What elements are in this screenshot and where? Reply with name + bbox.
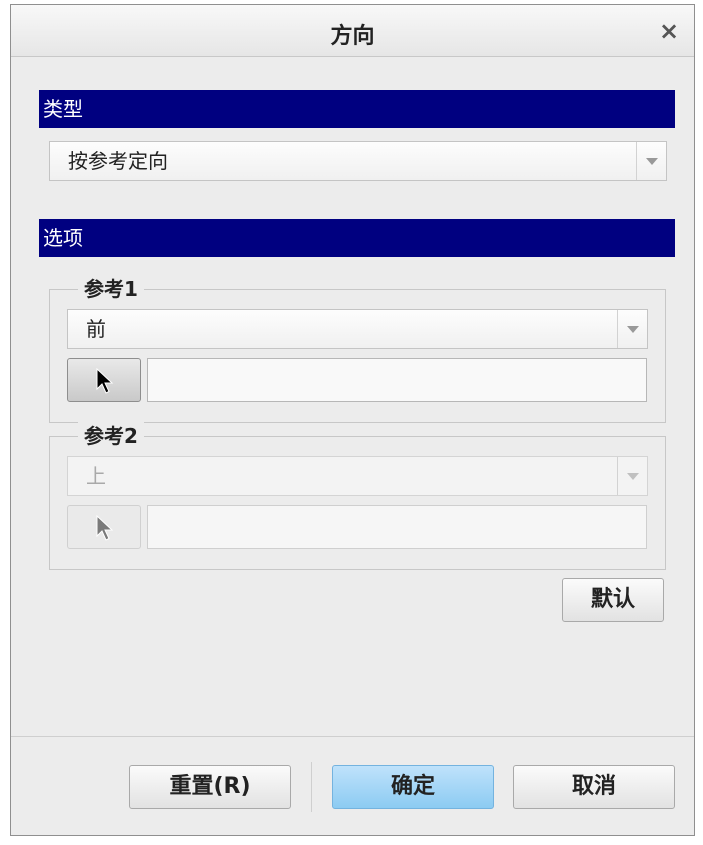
title-bar[interactable]: 方向 × <box>11 5 694 57</box>
chevron-down-icon[interactable] <box>617 457 647 495</box>
close-icon[interactable]: × <box>654 16 684 46</box>
reference1-field[interactable] <box>147 358 647 402</box>
reference2-select-button[interactable] <box>67 505 141 549</box>
select-arrow-icon <box>96 368 114 394</box>
reference1-dropdown[interactable]: 前 <box>67 309 648 349</box>
type-section-header: 类型 <box>39 90 675 128</box>
footer-divider <box>11 736 694 737</box>
reference2-dropdown-value: 上 <box>86 464 106 488</box>
reference2-field[interactable] <box>147 505 647 549</box>
reference1-select-button[interactable] <box>67 358 141 402</box>
button-separator <box>311 762 312 812</box>
reset-button[interactable]: 重置(R) <box>129 765 291 809</box>
chevron-down-icon[interactable] <box>617 310 647 348</box>
chevron-down-icon[interactable] <box>636 142 666 180</box>
reference1-dropdown-value: 前 <box>86 317 106 341</box>
reference1-legend: 参考1 <box>78 273 144 302</box>
options-section-header: 选项 <box>39 219 675 257</box>
orientation-dialog: 方向 × 类型 按参考定向 选项 参考1 前 参考2 上 默认 重置(R) 确定… <box>10 4 695 836</box>
dialog-title: 方向 <box>330 24 375 49</box>
default-button[interactable]: 默认 <box>562 578 664 622</box>
reference2-legend: 参考2 <box>78 420 144 449</box>
select-arrow-icon <box>96 515 114 541</box>
reference1-group: 参考1 前 <box>49 273 666 423</box>
cancel-button[interactable]: 取消 <box>513 765 675 809</box>
reference2-dropdown[interactable]: 上 <box>67 456 648 496</box>
ok-button[interactable]: 确定 <box>332 765 494 809</box>
type-dropdown[interactable]: 按参考定向 <box>49 141 667 181</box>
type-dropdown-value: 按参考定向 <box>68 149 168 173</box>
reference2-group: 参考2 上 <box>49 420 666 570</box>
